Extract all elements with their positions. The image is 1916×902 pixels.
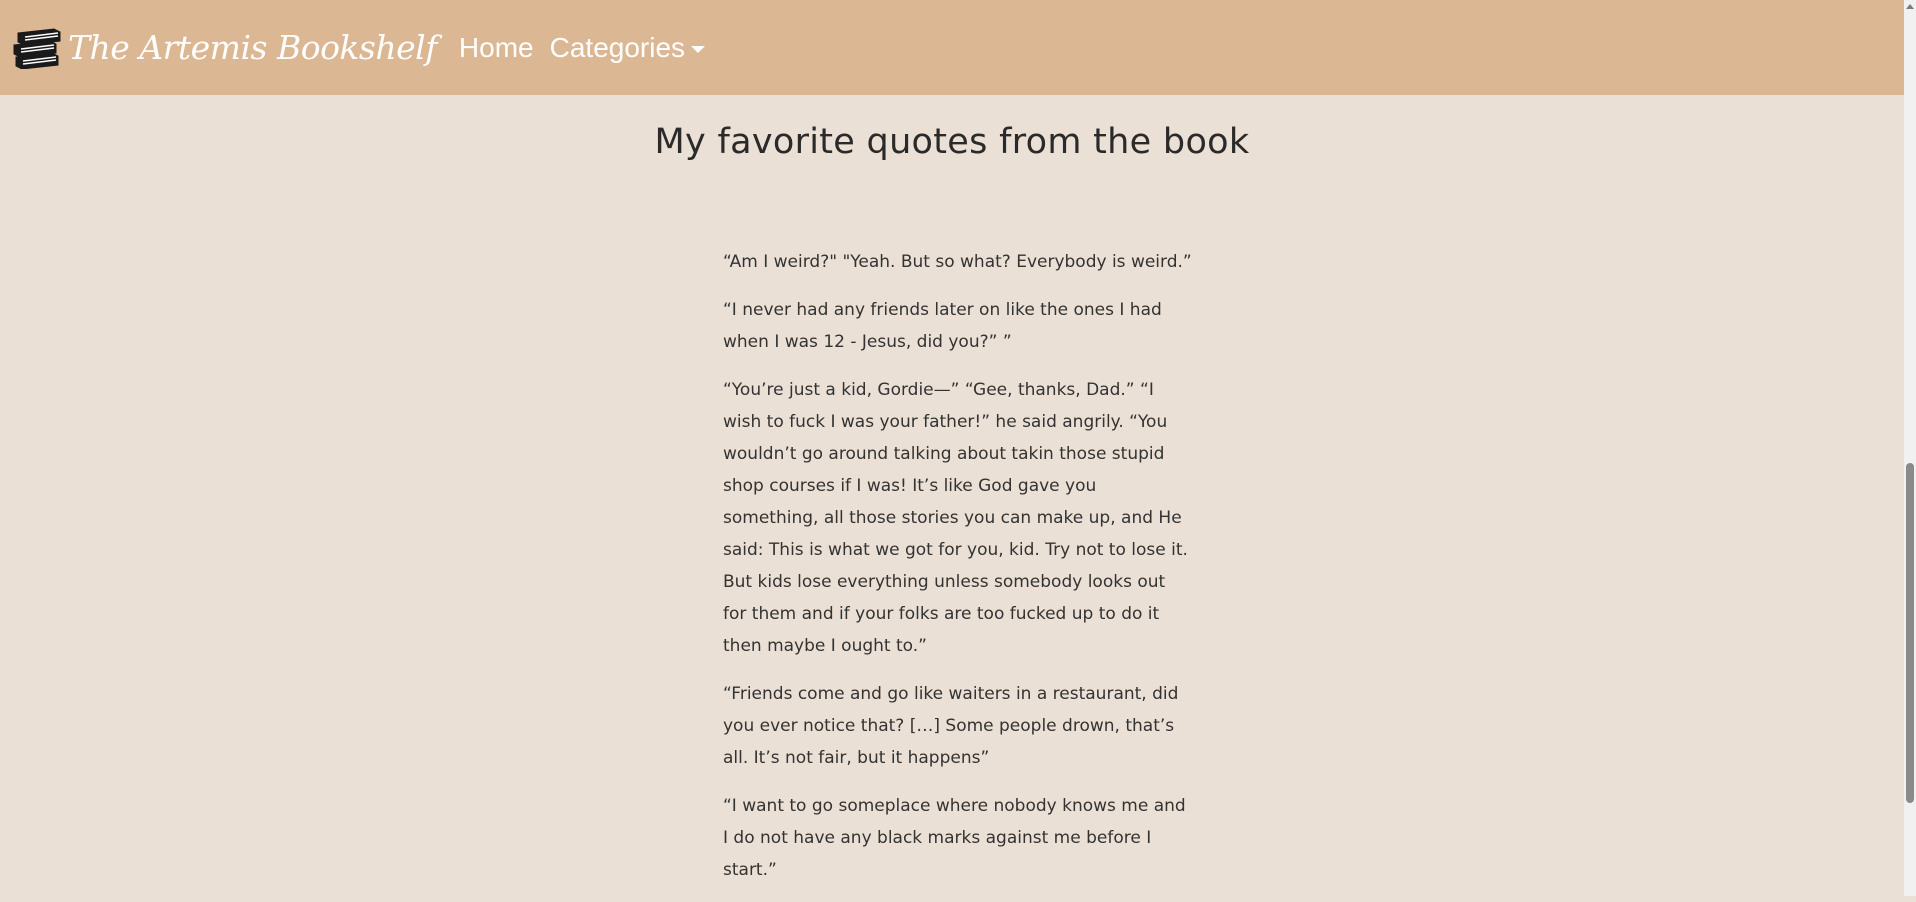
nav-home-link[interactable]: Home [459, 32, 534, 64]
scrollbar-thumb[interactable] [1906, 463, 1914, 803]
quote-item: “Am I weird?" "Yeah. But so what? Everyb… [723, 252, 1192, 272]
quote-item: “You’re just a kid, Gordie—” “Gee, thank… [723, 380, 1188, 656]
caret-down-icon[interactable] [691, 45, 706, 53]
scroll-up-arrow-icon[interactable] [1906, 4, 1914, 9]
nav-categories-label[interactable]: Categories [550, 32, 685, 64]
quotes-list: “Am I weird?" "Yeah. But so what? Everyb… [723, 246, 1193, 902]
quote-item: “I never had any friends later on like t… [723, 300, 1162, 352]
nav-categories-dropdown[interactable]: Categories [550, 32, 706, 64]
brand-link[interactable]: The Artemis Bookshelf [12, 27, 437, 70]
page-title: My favorite quotes from the book [654, 122, 1250, 162]
brand-name: The Artemis Bookshelf [68, 28, 437, 67]
quote-item: “Friends come and go like waiters in a r… [723, 684, 1179, 768]
vertical-scrollbar[interactable] [1904, 0, 1916, 896]
books-stack-icon [12, 27, 62, 70]
quote-item: “I want to go someplace where nobody kno… [723, 796, 1186, 880]
top-navbar: The Artemis Bookshelf Home Categories [0, 0, 1904, 95]
